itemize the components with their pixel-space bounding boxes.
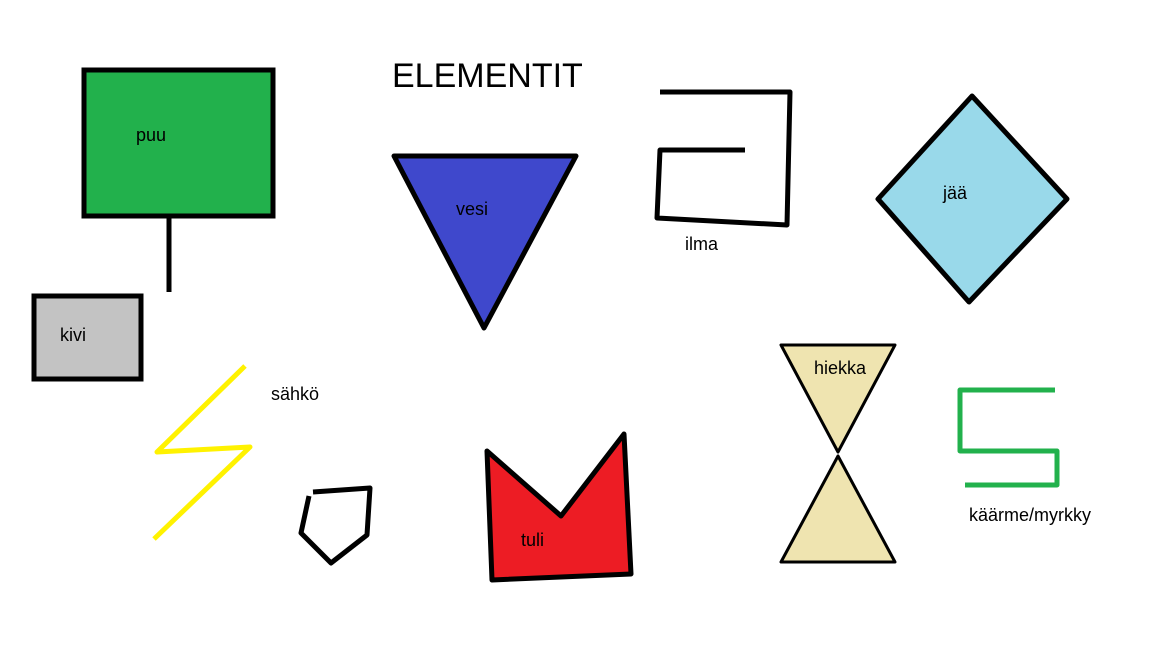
- kivi-shape: [31, 293, 144, 382]
- tuli-shape: [484, 431, 634, 583]
- kaarme-label: käärme/myrkky: [969, 505, 1091, 525]
- ilma-label: ilma: [685, 234, 719, 254]
- kaarme-shape: [957, 387, 1060, 488]
- jaa-shape: [875, 93, 1070, 305]
- tuli-label: tuli: [521, 530, 544, 550]
- kivi-label: kivi: [60, 325, 86, 345]
- ilma-shape: [654, 89, 793, 228]
- puu-square: [81, 67, 276, 219]
- sahko-label: sähkö: [271, 384, 319, 404]
- jaa-label: jää: [942, 183, 968, 203]
- vesi-shape: [391, 153, 579, 331]
- puu-shape: [81, 67, 276, 292]
- hiekka-label: hiekka: [814, 358, 867, 378]
- elements-diagram: ELEMENTIT puu kivi vesi ilma jää sähkö t…: [31, 57, 1091, 583]
- pentagon-shape: [298, 485, 373, 566]
- puu-label: puu: [136, 125, 166, 145]
- sahko-shape: [152, 364, 253, 541]
- hiekka-bottom-triangle: [779, 454, 897, 564]
- diagram-title: ELEMENTIT: [392, 57, 583, 95]
- vesi-label: vesi: [456, 199, 488, 219]
